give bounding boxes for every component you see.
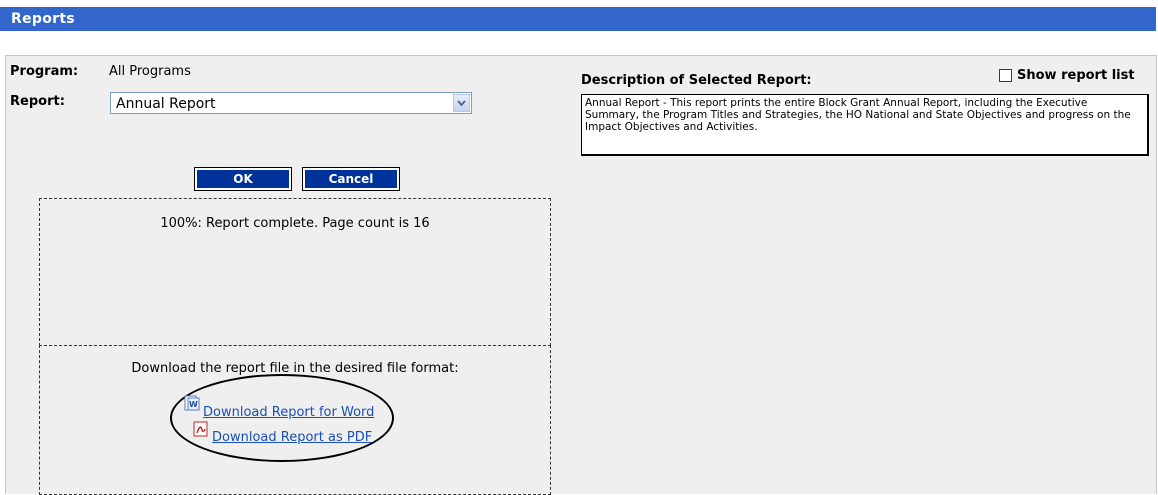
description-label: Description of Selected Report: [581,73,812,88]
program-label: Program: [10,64,79,79]
show-report-list-label[interactable]: Show report list [1017,68,1135,83]
report-select[interactable]: Annual Report [110,92,472,114]
download-pdf-link[interactable]: Download Report as PDF [212,430,372,445]
report-select-value: Annual Report [116,96,216,112]
window-title: Reports [11,11,75,27]
reports-panel: Program: All Programs Report: Annual Rep… [5,55,1157,495]
program-value: All Programs [109,64,191,79]
title-bar: Reports [0,0,1158,37]
progress-box: 100%: Report complete. Page count is 16 [39,198,551,346]
ok-button[interactable]: OK [194,167,292,191]
report-label: Report: [10,94,65,109]
title-bar-band: Reports [0,7,1156,31]
chevron-down-icon[interactable] [453,94,470,112]
description-text: Annual Report - This report prints the e… [581,94,1149,156]
progress-status: 100%: Report complete. Page count is 16 [160,216,430,231]
word-doc-icon: W [184,395,200,411]
show-report-list-checkbox[interactable] [999,69,1012,82]
cancel-button[interactable]: Cancel [302,167,400,191]
svg-text:W: W [189,400,198,409]
download-word-link[interactable]: Download Report for Word [203,405,374,420]
pdf-icon [193,421,209,437]
